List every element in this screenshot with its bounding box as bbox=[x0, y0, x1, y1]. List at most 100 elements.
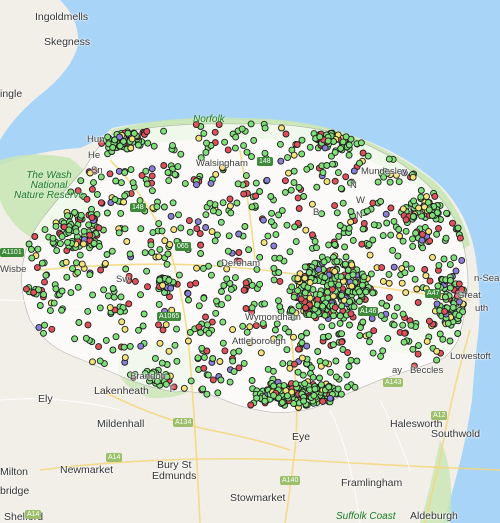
location-marker[interactable] bbox=[49, 234, 57, 242]
location-marker[interactable] bbox=[318, 323, 326, 331]
location-marker[interactable] bbox=[217, 376, 225, 384]
location-marker[interactable] bbox=[148, 248, 156, 256]
location-marker[interactable] bbox=[202, 148, 210, 156]
location-marker[interactable] bbox=[322, 359, 329, 367]
location-marker[interactable] bbox=[171, 170, 179, 178]
location-marker[interactable] bbox=[395, 178, 403, 186]
location-marker[interactable] bbox=[242, 172, 250, 180]
location-marker[interactable] bbox=[175, 271, 183, 279]
location-marker[interactable] bbox=[347, 208, 355, 215]
location-marker[interactable] bbox=[301, 274, 309, 282]
location-marker[interactable] bbox=[344, 383, 352, 391]
location-marker[interactable] bbox=[402, 216, 410, 224]
location-marker[interactable] bbox=[400, 338, 408, 346]
location-marker[interactable] bbox=[350, 167, 358, 175]
location-marker[interactable] bbox=[253, 394, 261, 402]
location-marker[interactable] bbox=[155, 253, 163, 261]
location-marker[interactable] bbox=[278, 124, 285, 132]
location-marker[interactable] bbox=[338, 338, 346, 346]
location-marker[interactable] bbox=[433, 300, 441, 308]
location-marker[interactable] bbox=[231, 274, 239, 282]
location-marker[interactable] bbox=[30, 289, 38, 296]
location-marker[interactable] bbox=[290, 167, 298, 175]
location-marker[interactable] bbox=[319, 169, 327, 177]
location-marker[interactable] bbox=[454, 330, 462, 337]
location-marker[interactable] bbox=[283, 346, 291, 354]
location-marker[interactable] bbox=[248, 304, 256, 312]
location-marker[interactable] bbox=[156, 339, 164, 347]
location-marker[interactable] bbox=[238, 125, 246, 133]
location-marker[interactable] bbox=[390, 263, 398, 271]
location-marker[interactable] bbox=[264, 365, 272, 373]
location-marker[interactable] bbox=[327, 280, 335, 288]
location-marker[interactable] bbox=[120, 343, 128, 351]
location-marker[interactable] bbox=[52, 285, 60, 293]
location-marker[interactable] bbox=[393, 304, 401, 312]
location-marker[interactable] bbox=[410, 197, 418, 205]
location-marker[interactable] bbox=[454, 224, 462, 232]
location-marker[interactable] bbox=[440, 255, 448, 263]
location-marker[interactable] bbox=[58, 306, 66, 314]
location-marker[interactable] bbox=[202, 211, 210, 219]
location-marker[interactable] bbox=[425, 206, 433, 214]
location-marker[interactable] bbox=[294, 194, 302, 202]
location-marker[interactable] bbox=[159, 326, 167, 334]
location-marker[interactable] bbox=[239, 322, 247, 330]
location-marker[interactable] bbox=[86, 271, 94, 279]
location-marker[interactable] bbox=[233, 199, 241, 207]
location-marker[interactable] bbox=[310, 312, 318, 320]
location-marker[interactable] bbox=[366, 251, 374, 259]
location-marker[interactable] bbox=[248, 377, 256, 384]
location-marker[interactable] bbox=[300, 193, 308, 200]
location-marker[interactable] bbox=[116, 142, 124, 150]
location-marker[interactable] bbox=[123, 238, 131, 245]
location-marker[interactable] bbox=[197, 241, 205, 249]
location-marker[interactable] bbox=[232, 133, 240, 141]
location-marker[interactable] bbox=[156, 276, 164, 284]
location-marker[interactable] bbox=[187, 377, 195, 385]
location-marker[interactable] bbox=[121, 354, 129, 362]
location-marker[interactable] bbox=[203, 347, 211, 355]
location-marker[interactable] bbox=[302, 304, 309, 312]
location-marker[interactable] bbox=[290, 151, 298, 159]
location-marker[interactable] bbox=[143, 128, 151, 135]
location-marker[interactable] bbox=[313, 183, 321, 191]
location-marker[interactable] bbox=[95, 343, 103, 351]
location-marker[interactable] bbox=[197, 329, 204, 336]
location-marker[interactable] bbox=[331, 241, 339, 248]
location-marker[interactable] bbox=[193, 264, 201, 272]
location-marker[interactable] bbox=[279, 360, 287, 368]
location-marker[interactable] bbox=[320, 258, 328, 266]
location-marker[interactable] bbox=[281, 177, 289, 185]
location-marker[interactable] bbox=[433, 356, 441, 364]
location-marker[interactable] bbox=[137, 225, 145, 233]
location-marker[interactable] bbox=[156, 246, 164, 254]
location-marker[interactable] bbox=[120, 198, 128, 206]
location-marker[interactable] bbox=[186, 228, 194, 236]
location-marker[interactable] bbox=[195, 134, 203, 142]
location-marker[interactable] bbox=[71, 209, 79, 216]
location-marker[interactable] bbox=[235, 364, 243, 372]
location-marker[interactable] bbox=[348, 261, 356, 269]
location-marker[interactable] bbox=[125, 300, 133, 308]
location-marker[interactable] bbox=[332, 373, 340, 381]
location-marker[interactable] bbox=[58, 287, 66, 295]
location-marker[interactable] bbox=[56, 240, 64, 248]
location-marker[interactable] bbox=[290, 293, 298, 301]
location-marker[interactable] bbox=[103, 251, 111, 258]
location-marker[interactable] bbox=[64, 238, 71, 246]
location-marker[interactable] bbox=[337, 145, 345, 152]
location-marker[interactable] bbox=[211, 128, 219, 136]
location-marker[interactable] bbox=[355, 288, 363, 296]
location-marker[interactable] bbox=[399, 237, 407, 245]
location-marker[interactable] bbox=[316, 374, 323, 382]
location-marker[interactable] bbox=[96, 357, 104, 365]
location-marker[interactable] bbox=[104, 292, 112, 300]
location-marker[interactable] bbox=[342, 133, 350, 141]
location-marker[interactable] bbox=[267, 218, 275, 226]
location-marker[interactable] bbox=[293, 141, 301, 148]
location-marker[interactable] bbox=[357, 139, 365, 147]
location-marker[interactable] bbox=[89, 358, 96, 366]
location-marker[interactable] bbox=[383, 302, 390, 310]
location-marker[interactable] bbox=[224, 294, 232, 302]
